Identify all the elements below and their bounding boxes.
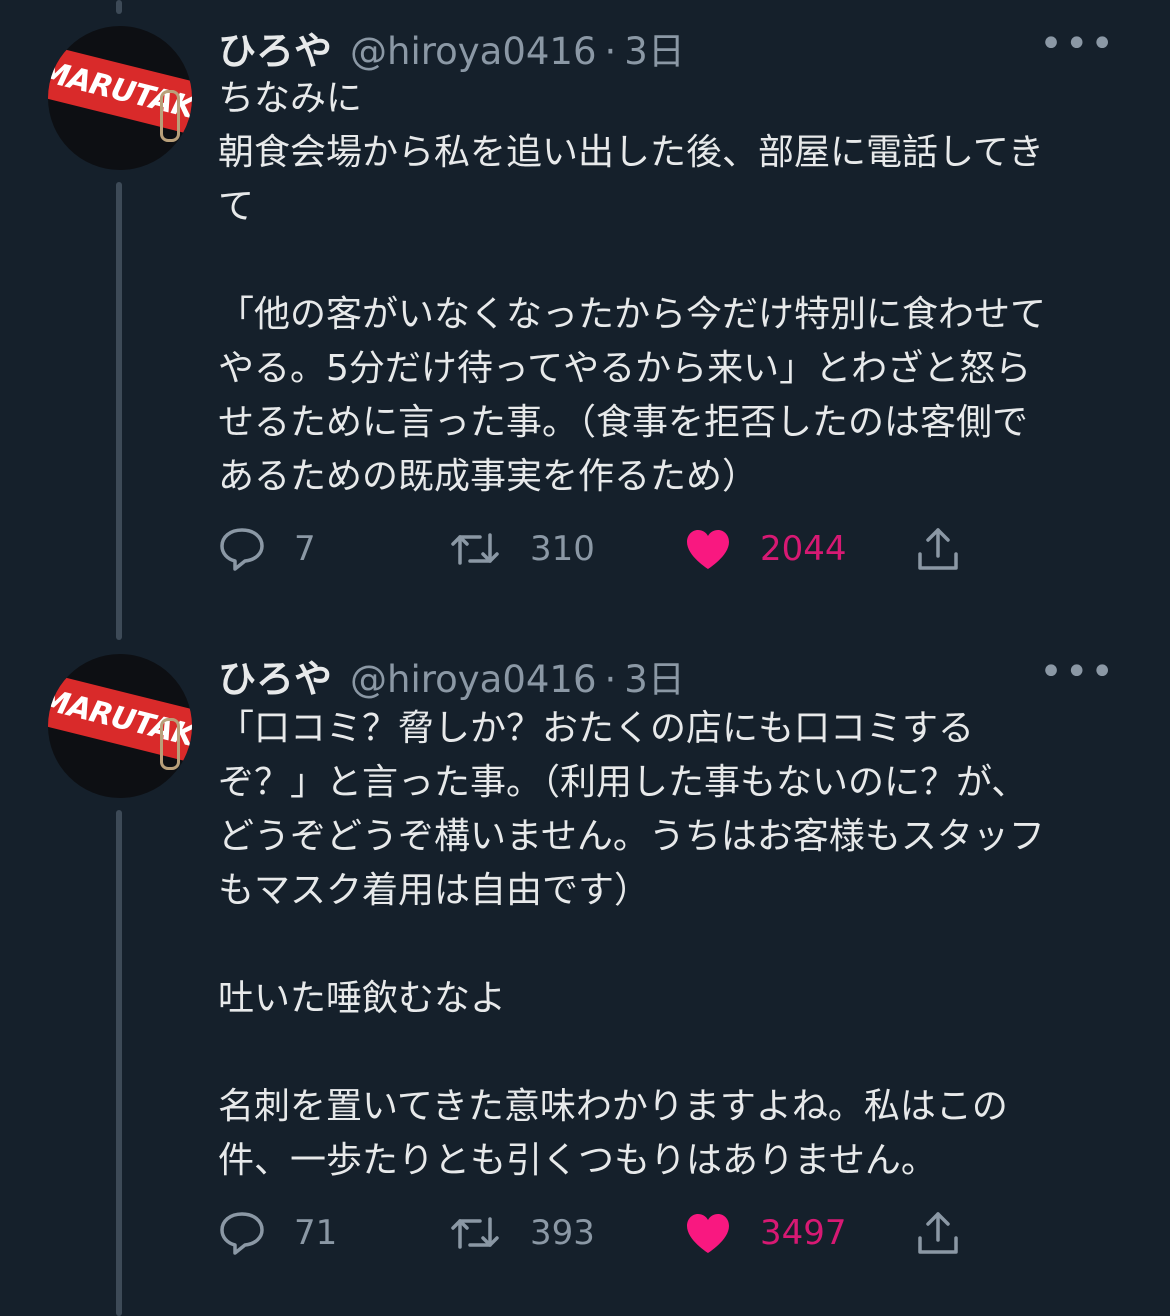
tweet-header: ひろや @hiroya0416 · 3日 — [218, 20, 685, 73]
author-handle[interactable]: @hiroya0416 — [350, 30, 597, 73]
avatar[interactable]: MARUTAKA — [48, 654, 192, 798]
retweet-count: 393 — [530, 1213, 595, 1253]
retweet-button[interactable]: 393 — [448, 1206, 595, 1260]
like-button[interactable]: 2044 — [684, 522, 847, 576]
share-icon — [916, 1210, 960, 1256]
tweet-text: ちなみに 朝食会場から私を追い出した後、部屋に電話してき て 「他の客がいなくな… — [218, 78, 1047, 497]
author-name[interactable]: ひろや — [218, 648, 332, 703]
reply-icon — [218, 526, 266, 572]
reply-button[interactable]: 7 — [218, 522, 316, 576]
retweet-icon — [448, 1211, 502, 1255]
avatar-keychain — [160, 718, 180, 770]
tweet-actions: 7 310 2044 — [218, 522, 978, 576]
tweet[interactable]: MARUTAKA ひろや @hiroya0416 · 3日 ••• ちなみに 朝… — [0, 0, 1170, 640]
reply-icon — [218, 1210, 266, 1256]
more-options-icon[interactable]: ••• — [1039, 652, 1116, 692]
retweet-count: 310 — [530, 529, 595, 569]
timestamp[interactable]: 3日 — [624, 21, 685, 75]
tweet[interactable]: MARUTAKA ひろや @hiroya0416 · 3日 ••• 「口コミ？脅… — [0, 640, 1170, 1316]
like-count: 2044 — [760, 529, 847, 569]
share-button[interactable] — [916, 522, 960, 576]
author-name[interactable]: ひろや — [218, 20, 332, 75]
avatar[interactable]: MARUTAKA — [48, 26, 192, 170]
more-options-icon[interactable]: ••• — [1039, 24, 1116, 64]
heart-icon — [684, 527, 732, 571]
share-icon — [916, 526, 960, 572]
timestamp[interactable]: 3日 — [624, 649, 685, 703]
separator-dot: · — [604, 30, 617, 73]
separator-dot: · — [604, 658, 617, 701]
retweet-button[interactable]: 310 — [448, 522, 595, 576]
retweet-icon — [448, 527, 502, 571]
avatar-keychain — [160, 90, 180, 142]
like-button[interactable]: 3497 — [684, 1206, 847, 1260]
tweet-text: 「口コミ？脅しか？おたくの店にも口コミする ぞ？」と言った事。（利用した事もない… — [218, 708, 1045, 1181]
author-handle[interactable]: @hiroya0416 — [350, 658, 597, 701]
reply-count: 7 — [294, 529, 316, 569]
heart-icon — [684, 1211, 732, 1255]
tweet-header: ひろや @hiroya0416 · 3日 — [218, 648, 685, 701]
reply-button[interactable]: 71 — [218, 1206, 337, 1260]
reply-count: 71 — [294, 1213, 338, 1253]
like-count: 3497 — [760, 1213, 847, 1253]
share-button[interactable] — [916, 1206, 960, 1260]
tweet-actions: 71 393 3497 — [218, 1206, 978, 1260]
